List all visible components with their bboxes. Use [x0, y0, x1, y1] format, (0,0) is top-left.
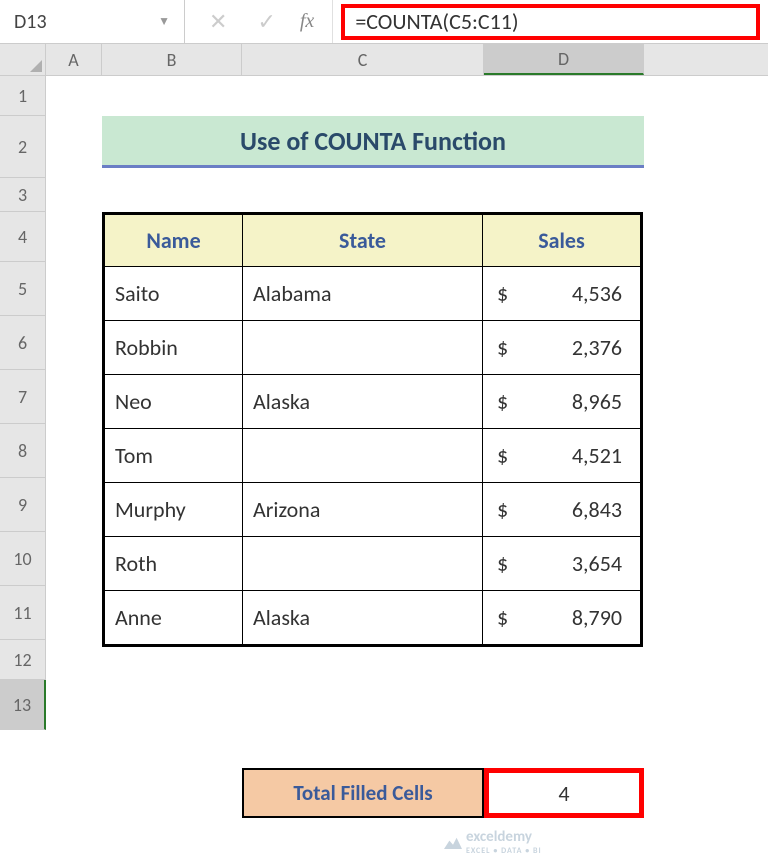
fx-icon[interactable]: fx: [300, 10, 314, 33]
data-table: Name State Sales SaitoAlabama$4,536Robbi…: [102, 212, 643, 647]
cell-sales[interactable]: $4,536: [483, 267, 641, 321]
cells-area[interactable]: Use of COUNTA Function Name State Sales …: [46, 76, 768, 730]
currency-symbol: $: [493, 388, 508, 415]
watermark: exceldemy EXCEL • DATA • BI: [444, 828, 542, 856]
column-header-a[interactable]: A: [46, 44, 102, 75]
cell-sales[interactable]: $8,790: [483, 591, 641, 645]
cell-state[interactable]: Alaska: [243, 591, 483, 645]
cell-sales[interactable]: $8,965: [483, 375, 641, 429]
select-all-corner[interactable]: [0, 44, 46, 75]
watermark-icon: [444, 835, 462, 849]
currency-symbol: $: [493, 280, 508, 307]
row-header-9[interactable]: 9: [0, 478, 46, 532]
sales-amount: 3,654: [572, 550, 630, 577]
sales-amount: 2,376: [572, 334, 630, 361]
cell-state[interactable]: Alaska: [243, 375, 483, 429]
watermark-brand: exceldemy: [466, 828, 532, 846]
table-row: Tom $4,521: [105, 429, 641, 483]
dropdown-icon[interactable]: ▼: [158, 14, 170, 29]
currency-symbol: $: [493, 442, 508, 469]
title-text: Use of COUNTA Function: [240, 125, 506, 157]
table-row: NeoAlaska$8,965: [105, 375, 641, 429]
row-header-13[interactable]: 13: [0, 680, 46, 730]
confirm-icon[interactable]: ✓: [257, 8, 275, 35]
table-header-row: Name State Sales: [105, 215, 641, 267]
row-headers: 1 2 3 4 5 6 7 8 9 10 11 12 13: [0, 76, 46, 730]
cell-name[interactable]: Tom: [105, 429, 243, 483]
row-header-7[interactable]: 7: [0, 370, 46, 424]
row-header-11[interactable]: 11: [0, 586, 46, 640]
table-row: SaitoAlabama$4,536: [105, 267, 641, 321]
table-row: AnneAlaska$8,790: [105, 591, 641, 645]
row-header-10[interactable]: 10: [0, 532, 46, 586]
total-value-cell[interactable]: 4: [484, 768, 644, 818]
cell-name[interactable]: Robbin: [105, 321, 243, 375]
cell-state[interactable]: Alabama: [243, 267, 483, 321]
cell-reference: D13: [14, 10, 47, 34]
row-header-1[interactable]: 1: [0, 76, 46, 116]
formula-input[interactable]: =COUNTA(C5:C11): [341, 4, 760, 40]
total-value: 4: [558, 780, 569, 807]
row-header-2[interactable]: 2: [0, 116, 46, 178]
title-banner: Use of COUNTA Function: [102, 116, 644, 168]
table-row: Roth $3,654: [105, 537, 641, 591]
row-header-12[interactable]: 12: [0, 640, 46, 680]
cell-sales[interactable]: $4,521: [483, 429, 641, 483]
sales-amount: 4,521: [572, 442, 630, 469]
column-headers: A B C D: [0, 44, 768, 76]
spreadsheet-grid: 1 2 3 4 5 6 7 8 9 10 11 12 13 Use of COU…: [0, 76, 768, 730]
currency-symbol: $: [493, 550, 508, 577]
row-header-8[interactable]: 8: [0, 424, 46, 478]
cell-sales[interactable]: $6,843: [483, 483, 641, 537]
total-label[interactable]: Total Filled Cells: [242, 768, 484, 818]
cell-state[interactable]: [243, 537, 483, 591]
cell-name[interactable]: Roth: [105, 537, 243, 591]
sales-amount: 8,965: [572, 388, 630, 415]
cell-state[interactable]: Arizona: [243, 483, 483, 537]
cell-name[interactable]: Neo: [105, 375, 243, 429]
cell-state[interactable]: [243, 321, 483, 375]
row-header-6[interactable]: 6: [0, 316, 46, 370]
formula-bar: D13 ▼ ✕ ✓ fx =COUNTA(C5:C11): [0, 0, 768, 44]
header-state[interactable]: State: [243, 215, 483, 267]
sales-amount: 6,843: [572, 496, 630, 523]
sales-amount: 8,790: [572, 604, 630, 631]
cell-sales[interactable]: $3,654: [483, 537, 641, 591]
watermark-tagline: EXCEL • DATA • BI: [466, 846, 542, 856]
column-header-b[interactable]: B: [102, 44, 242, 75]
cell-state[interactable]: [243, 429, 483, 483]
row-header-5[interactable]: 5: [0, 262, 46, 316]
column-header-d[interactable]: D: [484, 44, 644, 75]
cell-name[interactable]: Anne: [105, 591, 243, 645]
sales-amount: 4,536: [572, 280, 630, 307]
header-sales[interactable]: Sales: [483, 215, 641, 267]
formula-text: =COUNTA(C5:C11): [355, 8, 518, 35]
total-row: Total Filled Cells 4: [242, 768, 644, 818]
cancel-icon[interactable]: ✕: [203, 8, 233, 35]
cell-sales[interactable]: $2,376: [483, 321, 641, 375]
row-header-3[interactable]: 3: [0, 178, 46, 212]
header-name[interactable]: Name: [105, 215, 243, 267]
table-row: MurphyArizona$6,843: [105, 483, 641, 537]
formula-controls: ✕ ✓ fx: [185, 0, 333, 43]
table-row: Robbin $2,376: [105, 321, 641, 375]
cell-name[interactable]: Saito: [105, 267, 243, 321]
column-header-c[interactable]: C: [242, 44, 484, 75]
name-box[interactable]: D13 ▼: [0, 0, 185, 43]
currency-symbol: $: [493, 334, 508, 361]
currency-symbol: $: [493, 604, 508, 631]
row-header-4[interactable]: 4: [0, 212, 46, 262]
cell-name[interactable]: Murphy: [105, 483, 243, 537]
currency-symbol: $: [493, 496, 508, 523]
